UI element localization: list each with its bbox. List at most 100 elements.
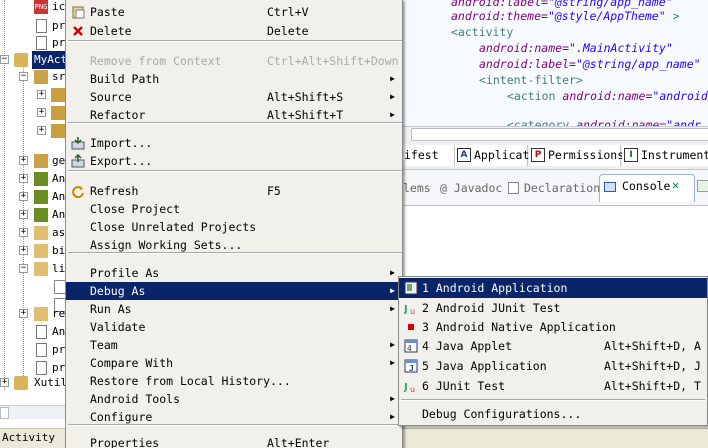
gen-folder-icon: [34, 154, 48, 168]
tree-item[interactable]: pr: [0, 34, 66, 52]
close-icon[interactable]: ✕: [672, 178, 679, 192]
manifest-editor-tabs: ifest A Application P Permissions I Instrum…: [385, 142, 708, 170]
menu-item-label: Debug As: [90, 284, 146, 298]
menu-item-label: Profile As: [90, 266, 160, 280]
expand-toggle-icon[interactable]: +: [37, 108, 46, 117]
tab-declaration[interactable]: Declaration: [508, 179, 600, 197]
expand-toggle-icon[interactable]: +: [19, 309, 28, 318]
tree-item-label: pr: [52, 343, 66, 356]
tree-item-project[interactable]: − MyAct: [0, 51, 66, 69]
tree-item[interactable]: + An: [0, 170, 66, 188]
menu-item-label: 4 Java Applet: [422, 339, 513, 353]
tree-item[interactable]: PNG ic: [0, 0, 66, 16]
menu-item-debug-as[interactable]: Debug As ▶: [66, 282, 402, 300]
submenu-item-3-android-native-application[interactable]: 3 Android Native Application: [399, 317, 707, 337]
menu-item-android-tools[interactable]: Android Tools ▶: [66, 390, 402, 408]
tree-item[interactable]: + bi: [0, 242, 66, 260]
tree-item[interactable]: + An: [0, 188, 66, 206]
submenu-item-5-java-application[interactable]: J 5 Java Application Alt+Shift+D, J: [399, 356, 707, 376]
expand-toggle-icon[interactable]: +: [0, 378, 9, 387]
menu-item-import[interactable]: Import...: [66, 134, 402, 152]
source-folder-icon: [34, 70, 48, 84]
menu-item-validate[interactable]: Validate: [66, 318, 402, 336]
checkbox-icon[interactable]: [697, 180, 708, 192]
menu-item-paste[interactable]: Paste Ctrl+V: [66, 3, 402, 21]
tree-item[interactable]: +: [0, 104, 66, 122]
submenu-item-2-android-junit-test[interactable]: Ju 2 Android JUnit Test: [399, 298, 707, 318]
tree-item[interactable]: pr: [0, 17, 66, 35]
expand-toggle-icon[interactable]: +: [19, 210, 28, 219]
tab-application[interactable]: A Application: [455, 145, 550, 166]
scrollbar-thumb[interactable]: [0, 407, 9, 419]
menu-item-delete[interactable]: Delete Delete: [66, 22, 402, 40]
tab-permissions[interactable]: P Permissions: [529, 145, 625, 166]
manifest-file-icon: [36, 325, 47, 339]
submenu-item-1-android-application[interactable]: 1 Android Application: [399, 278, 707, 298]
collapse-toggle-icon[interactable]: −: [19, 72, 28, 81]
tree-item[interactable]: + ge: [0, 152, 66, 170]
tree-item-label: pr: [52, 36, 66, 49]
xml-editor[interactable]: android:label="@string/app_name" android:…: [403, 0, 708, 128]
explorer-horizontal-scrollbar[interactable]: [0, 405, 66, 419]
library-icon: [34, 172, 48, 186]
expand-toggle-icon[interactable]: +: [19, 156, 28, 165]
tree-item-label: MyAct: [32, 51, 66, 69]
tab-problems[interactable]: lems: [403, 179, 431, 197]
tree-item-label: ic: [52, 0, 66, 13]
tree-item[interactable]: pr: [0, 341, 66, 359]
menu-item-restore-from-local-history[interactable]: Restore from Local History...: [66, 372, 402, 390]
expand-toggle-icon[interactable]: +: [19, 246, 28, 255]
menu-item-run-as[interactable]: Run As ▶: [66, 300, 402, 318]
expand-toggle-icon[interactable]: +: [37, 90, 46, 99]
menu-item-refresh[interactable]: Refresh F5: [66, 182, 402, 200]
tree-item[interactable]: +: [0, 86, 66, 104]
scrollbar-thumb[interactable]: [411, 128, 708, 141]
menu-item-properties[interactable]: Properties Alt+Enter: [66, 434, 402, 448]
package-explorer[interactable]: PNG ic pr pr − MyAct − sr + + + + ge + A…: [0, 0, 66, 428]
junit-icon: Ju: [403, 301, 418, 316]
applet-icon: 4: [404, 339, 418, 353]
menu-item-export[interactable]: Export...: [66, 152, 402, 170]
collapse-toggle-icon[interactable]: −: [19, 264, 28, 273]
menu-item-label: Source: [90, 90, 132, 104]
tree-item[interactable]: + re: [0, 305, 66, 323]
collapse-toggle-icon[interactable]: −: [0, 55, 9, 64]
tree-item[interactable]: An: [0, 323, 66, 341]
package-icon: [51, 124, 65, 138]
tab-console[interactable]: Console ✕: [599, 174, 695, 202]
tree-item[interactable]: + An: [0, 206, 66, 224]
expand-toggle-icon[interactable]: +: [19, 192, 28, 201]
submenu-item-6-junit-test[interactable]: Ju 6 JUnit Test Alt+Shift+D, T: [399, 376, 707, 396]
submenu-item-4-java-applet[interactable]: 4 4 Java Applet Alt+Shift+D, A: [399, 336, 707, 356]
console-output[interactable]: [403, 205, 708, 280]
tree-item-label: An: [52, 172, 66, 185]
tab-label: ifest: [404, 148, 439, 162]
tree-item[interactable]: − sr: [0, 68, 66, 86]
tree-item[interactable]: [0, 278, 66, 296]
menu-item-close-project[interactable]: Close Project: [66, 200, 402, 218]
submenu-item-debug-configurations[interactable]: Debug Configurations...: [399, 404, 707, 424]
editor-horizontal-scrollbar[interactable]: [403, 126, 708, 142]
menu-item-close-unrelated-projects[interactable]: Close Unrelated Projects: [66, 218, 402, 236]
menu-item-shortcut: Ctrl+Alt+Shift+Down: [267, 54, 399, 68]
menu-item-source[interactable]: Source Alt+Shift+S ▶: [66, 88, 402, 106]
tree-item[interactable]: +: [0, 122, 66, 140]
menu-item-compare-with[interactable]: Compare With ▶: [66, 354, 402, 372]
menu-separator: [68, 170, 402, 172]
tree-item[interactable]: − li: [0, 260, 66, 278]
tree-item-project[interactable]: + Xutil: [0, 374, 66, 392]
tab-label: Permissions: [548, 148, 625, 162]
expand-toggle-icon[interactable]: +: [19, 228, 28, 237]
menu-item-profile-as[interactable]: Profile As ▶: [66, 264, 402, 282]
expand-toggle-icon[interactable]: +: [19, 174, 28, 183]
code-line: android:name=".MainActivity": [479, 41, 673, 55]
tree-item[interactable]: + as: [0, 224, 66, 242]
tab-javadoc[interactable]: @ Javadoc: [440, 179, 502, 197]
expand-toggle-icon[interactable]: +: [37, 126, 46, 135]
menu-item-build-path[interactable]: Build Path ▶: [66, 70, 402, 88]
tab-instrumentation[interactable]: IInstrumentat: [622, 145, 708, 166]
code-line: android:label="@string/app_name" >: [479, 57, 708, 71]
android-app-icon: [404, 281, 418, 295]
submenu-arrow-icon: ▶: [390, 74, 395, 83]
menu-item-team[interactable]: Team ▶: [66, 336, 402, 354]
